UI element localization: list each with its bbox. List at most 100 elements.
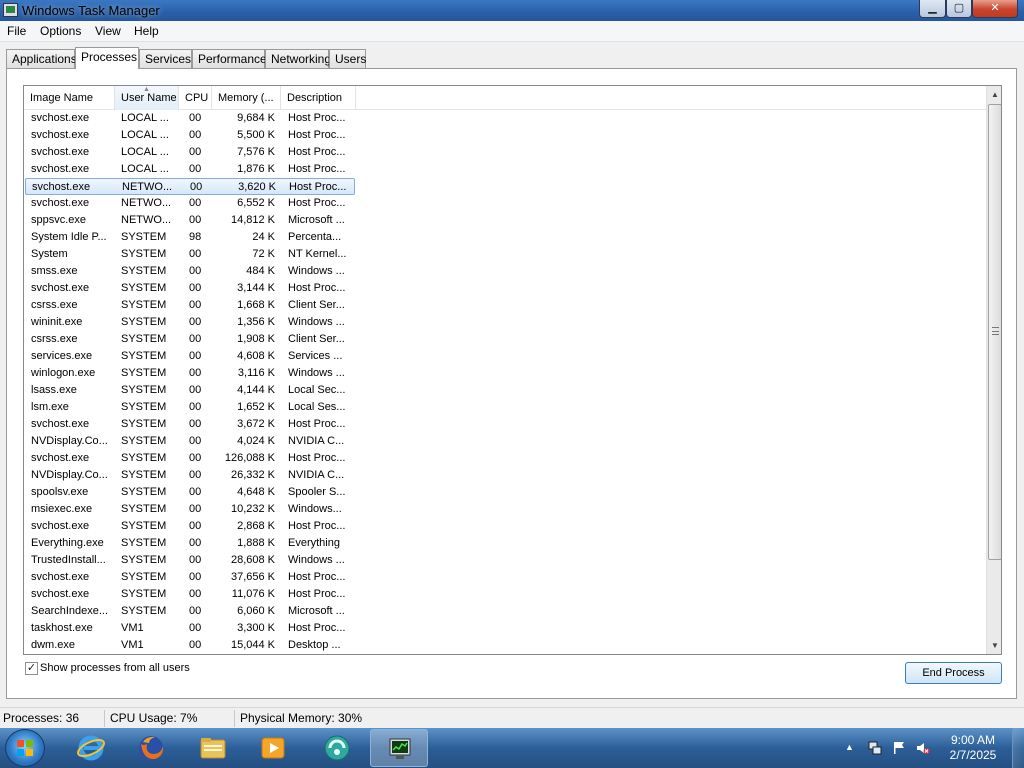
tab-performance[interactable]: Performance	[192, 49, 267, 68]
process-row[interactable]: NVDisplay.Co... SYSTEM 00 26,332 K NVIDIA C.…	[25, 467, 355, 484]
process-row[interactable]: sppsvc.exe NETWO... 00 14,812 K Microsoft ..…	[25, 212, 355, 229]
process-row[interactable]: svchost.exe LOCAL ... 00 1,876 K Host Proc..…	[25, 161, 355, 178]
process-memory: 1,356 K	[237, 316, 275, 328]
process-row[interactable]: lsm.exe SYSTEM 00 1,652 K Local Ses...	[25, 399, 355, 416]
process-row[interactable]: TrustedInstall... SYSTEM 00 28,608 K Windows…	[25, 552, 355, 569]
network-tray-icon[interactable]	[868, 741, 882, 755]
taskbar-internet-explorer[interactable]	[62, 729, 120, 767]
process-image-name: svchost.exe	[31, 571, 90, 583]
process-cpu: 00	[189, 350, 202, 362]
process-row[interactable]: wininit.exe SYSTEM 00 1,356 K Windows ...	[25, 314, 355, 331]
process-row[interactable]: dwm.exe VM1 00 15,044 K Desktop ...	[25, 637, 355, 654]
column-image-name[interactable]: Image Name	[24, 86, 115, 110]
taskbar-clock[interactable]: 9:00 AM 2/7/2025	[944, 733, 1002, 763]
process-image-name: lsass.exe	[31, 384, 77, 396]
process-memory: 10,232 K	[230, 503, 275, 515]
process-row[interactable]: NVDisplay.Co... SYSTEM 00 4,024 K NVIDIA C..…	[25, 433, 355, 450]
process-cpu: 00	[189, 384, 202, 396]
process-user-name: SYSTEM	[121, 401, 167, 413]
process-row[interactable]: lsass.exe SYSTEM 00 4,144 K Local Sec...	[25, 382, 355, 399]
process-row[interactable]: svchost.exe LOCAL ... 00 7,576 K Host Proc..…	[25, 144, 355, 161]
tab-services[interactable]: Services	[139, 49, 192, 68]
process-row[interactable]: svchost.exe LOCAL ... 00 5,500 K Host Proc..…	[25, 127, 355, 144]
scroll-thumb[interactable]	[988, 104, 1001, 560]
process-user-name: SYSTEM	[121, 299, 167, 311]
process-row[interactable]: svchost.exe SYSTEM 00 126,088 K Host Proc...	[25, 450, 355, 467]
process-row[interactable]: svchost.exe SYSTEM 00 3,672 K Host Proc...	[25, 416, 355, 433]
process-row[interactable]: winlogon.exe SYSTEM 00 3,116 K Windows ...	[25, 365, 355, 382]
process-row[interactable]: msiexec.exe SYSTEM 00 10,232 K Windows...	[25, 501, 355, 518]
tab-processes[interactable]: Processes	[75, 47, 139, 69]
show-hidden-icons-icon[interactable]: ▲	[845, 742, 859, 756]
process-memory: 3,116 K	[237, 367, 275, 379]
taskbar-firefox[interactable]	[122, 729, 180, 767]
process-row[interactable]: spoolsv.exe SYSTEM 00 4,648 K Spooler S...	[25, 484, 355, 501]
process-row[interactable]: svchost.exe LOCAL ... 00 9,684 K Host Proc..…	[25, 110, 355, 127]
tab-applications[interactable]: Applications	[6, 49, 77, 68]
column-description[interactable]: Description	[281, 86, 356, 110]
column-memory[interactable]: Memory (...	[212, 86, 281, 110]
show-all-users-label[interactable]: Show processes from all users	[40, 662, 190, 674]
action-center-flag-icon[interactable]	[892, 741, 906, 755]
process-memory: 1,668 K	[237, 299, 275, 311]
taskbar-media-player[interactable]	[244, 729, 302, 767]
process-description: Percenta...	[288, 231, 342, 243]
process-row[interactable]: csrss.exe SYSTEM 00 1,668 K Client Ser...	[25, 297, 355, 314]
vertical-scrollbar[interactable]: ▲ ▼	[986, 86, 1001, 654]
column-user-name[interactable]: ▲ User Name	[115, 86, 179, 110]
process-row[interactable]: taskhost.exe VM1 00 3,300 K Host Proc...	[25, 620, 355, 637]
process-row[interactable]: svchost.exe SYSTEM 00 11,076 K Host Proc...	[25, 586, 355, 603]
tab-users[interactable]: Users	[329, 49, 366, 68]
process-cpu: 00	[189, 265, 202, 277]
scroll-down-arrow-icon[interactable]: ▼	[987, 637, 1001, 654]
menu-help[interactable]: Help	[134, 24, 159, 38]
end-process-button[interactable]: End Process	[905, 662, 1002, 684]
process-image-name: msiexec.exe	[31, 503, 93, 515]
firefox-icon	[139, 736, 164, 760]
taskbar-file-explorer[interactable]	[184, 729, 242, 767]
process-row[interactable]: csrss.exe SYSTEM 00 1,908 K Client Ser...	[25, 331, 355, 348]
taskbar-network-app[interactable]	[308, 729, 366, 767]
process-memory: 2,868 K	[237, 520, 275, 532]
process-row[interactable]: smss.exe SYSTEM 00 484 K Windows ...	[25, 263, 355, 280]
column-cpu[interactable]: CPU	[179, 86, 212, 110]
process-image-name: lsm.exe	[31, 401, 69, 413]
process-row[interactable]: Everything.exe SYSTEM 00 1,888 K Everything	[25, 535, 355, 552]
process-description: Host Proc...	[288, 112, 346, 124]
process-list[interactable]: Image Name ▲ User Name CPU Memory (... D…	[23, 85, 1002, 655]
process-description: Windows...	[288, 503, 342, 515]
volume-muted-icon[interactable]	[916, 741, 930, 755]
tab-networking[interactable]: Networking	[265, 49, 331, 68]
process-cpu: 00	[189, 367, 202, 379]
process-user-name: SYSTEM	[121, 248, 167, 260]
process-row[interactable]: System SYSTEM 00 72 K NT Kernel...	[25, 246, 355, 263]
process-image-name: svchost.exe	[31, 146, 90, 158]
process-cpu: 00	[189, 163, 202, 175]
process-row[interactable]: svchost.exe SYSTEM 00 3,144 K Host Proc...	[25, 280, 355, 297]
process-row[interactable]: svchost.exe SYSTEM 00 2,868 K Host Proc...	[25, 518, 355, 535]
menu-options[interactable]: Options	[40, 24, 81, 38]
menu-view[interactable]: View	[95, 24, 121, 38]
show-all-users-checkbox[interactable]: ✓	[25, 662, 38, 675]
process-memory: 4,608 K	[237, 350, 275, 362]
start-button[interactable]	[5, 729, 45, 767]
process-row[interactable]: System Idle P... SYSTEM 98 24 K Percenta...	[25, 229, 355, 246]
close-button[interactable]: ✕	[972, 0, 1018, 18]
process-description: Client Ser...	[288, 333, 345, 345]
minimize-button[interactable]: ▁	[919, 0, 946, 18]
scroll-up-arrow-icon[interactable]: ▲	[987, 86, 1001, 103]
process-cpu: 00	[189, 605, 202, 617]
process-row[interactable]: SearchIndexe... SYSTEM 00 6,060 K Microsoft …	[25, 603, 355, 620]
taskbar-task-manager[interactable]	[370, 729, 428, 767]
process-user-name: LOCAL ...	[121, 146, 169, 158]
menu-file[interactable]: File	[7, 24, 26, 38]
process-cpu: 00	[189, 248, 202, 260]
process-row[interactable]: svchost.exe SYSTEM 00 37,656 K Host Proc...	[25, 569, 355, 586]
process-cpu: 00	[189, 520, 202, 532]
process-row[interactable]: svchost.exe NETWO... 00 3,620 K Host Proc...	[25, 178, 355, 195]
process-description: Host Proc...	[288, 163, 346, 175]
process-row[interactable]: svchost.exe NETWO... 00 6,552 K Host Proc...	[25, 195, 355, 212]
process-row[interactable]: services.exe SYSTEM 00 4,608 K Services ...	[25, 348, 355, 365]
show-desktop-button[interactable]	[1012, 728, 1024, 768]
maximize-button[interactable]: ▢	[946, 0, 972, 18]
